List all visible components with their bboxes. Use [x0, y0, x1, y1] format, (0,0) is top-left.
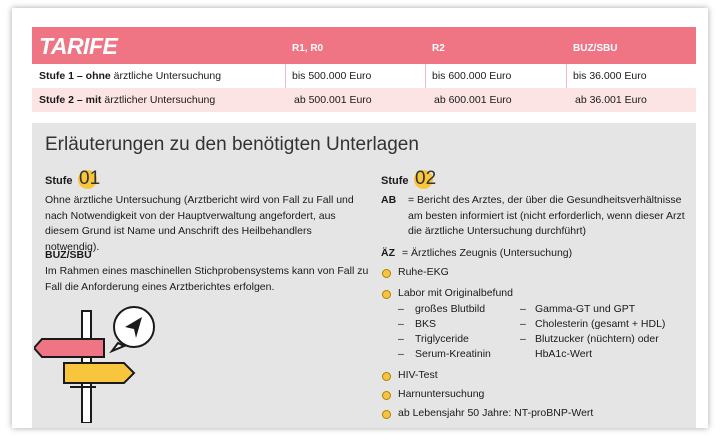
labor-sub-dash: – [520, 318, 526, 330]
item-ruhe-ekg: Ruhe-EKG [398, 266, 449, 278]
table-cell: bis 36.000 Euro [573, 70, 647, 82]
tarife-title: TARIFE [39, 33, 118, 59]
table-cell: ab 36.001 Euro [575, 94, 647, 106]
table-row: Stufe 2 – mit ärztlicher Untersuchung ab… [32, 88, 696, 112]
az-text: = Ärztliches Zeugnis (Untersuchung) [402, 247, 573, 259]
tarife-table: TARIFE R1, R0 R2 BUZ/SBU Stufe 1 – ohne … [32, 27, 696, 112]
table-cell: bis 500.000 Euro [292, 70, 372, 82]
buz-heading: BUZ/SBU [45, 249, 92, 261]
table-row: Stufe 1 – ohne ärztliche Untersuchung bi… [32, 64, 696, 88]
table-cell: bis 600.000 Euro [432, 70, 512, 82]
bullet-dot [382, 269, 391, 278]
ab-text: = Bericht des Arztes, der über die Gesun… [408, 194, 685, 237]
labor-sub-item: HbA1c-Wert [535, 348, 592, 360]
stufe-1-text: Ohne ärztliche Untersuchung (Arztbericht… [45, 194, 354, 253]
labor-sub-dash: – [398, 333, 404, 345]
labor-sub-dash: – [398, 348, 404, 360]
document-page: TARIFE R1, R0 R2 BUZ/SBU Stufe 1 – ohne … [12, 8, 708, 428]
explanation-panel: Erläuterungen zu den benötigten Unterlag… [32, 123, 696, 428]
labor-sub-dash: – [398, 303, 404, 315]
bullet-dot [382, 391, 391, 400]
table-cell: ab 600.001 Euro [434, 94, 512, 106]
item-nt-probnp: ab Lebensjahr 50 Jahre: NT-proBNP-Wert [398, 407, 594, 419]
stufe-1-number: 01 [79, 168, 101, 189]
signpost-illustration [34, 306, 155, 423]
labor-sub-item: Triglyceride [415, 333, 469, 345]
az-label: ÄZ [381, 247, 395, 259]
stufe-2-number: 02 [415, 168, 437, 189]
labor-sub-item: Serum-Kreatinin [415, 348, 491, 360]
bullet-dot [382, 372, 391, 381]
ab-label: AB [381, 194, 397, 206]
labor-sub-item: Blutzucker (nüchtern) oder [535, 333, 659, 345]
labor-sub-item: Cholesterin (gesamt + HDL) [535, 318, 666, 330]
labor-sub-dash: – [520, 333, 526, 345]
stufe-2-label: Stufe [381, 175, 409, 187]
column-header-buz-sbu: BUZ/SBU [573, 43, 618, 54]
buz-text: Im Rahmen eines maschinellen Stichproben… [45, 265, 369, 293]
labor-sub-item: BKS [415, 318, 437, 330]
section-heading: Erläuterungen zu den benötigten Unterlag… [45, 134, 419, 155]
item-labor: Labor mit Originalbefund [398, 287, 513, 299]
table-header: TARIFE R1, R0 R2 BUZ/SBU [32, 27, 696, 64]
labor-sub-item: großes Blutbild [415, 303, 486, 315]
row-label: Stufe 2 – mit ärztlicher Untersuchung [39, 94, 216, 106]
item-harnuntersuchung: Harnuntersuchung [398, 388, 485, 400]
column-header-r2: R2 [432, 43, 445, 54]
labor-sub-dash: – [398, 318, 404, 330]
item-hiv-test: HIV-Test [398, 369, 438, 381]
labor-sub-dash: – [520, 303, 526, 315]
table-cell: ab 500.001 Euro [294, 94, 372, 106]
row-label: Stufe 1 – ohne ärztliche Untersuchung [39, 70, 222, 82]
bullet-dot [382, 290, 391, 299]
labor-sub-item: Gamma-GT und GPT [535, 303, 636, 315]
bullet-dot [382, 410, 391, 419]
stufe-1-label: Stufe [45, 175, 73, 187]
column-header-r1-r0: R1, R0 [292, 43, 324, 54]
